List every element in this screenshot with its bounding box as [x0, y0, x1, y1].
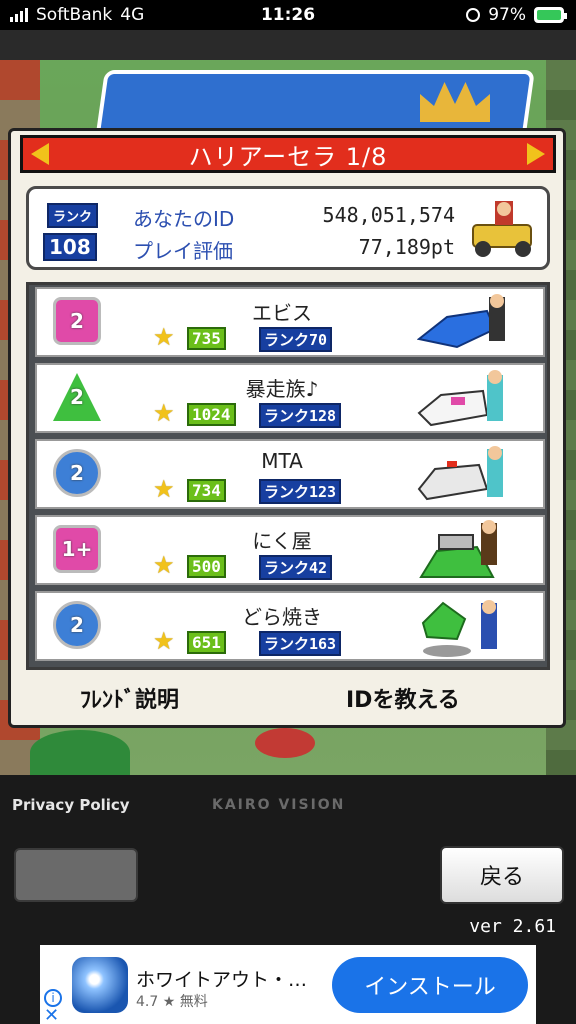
ad-margin-right [536, 945, 576, 1024]
friend-list: 2 エビス ★ 735 ランク70 2 暴走族♪ ★ 1024 ランク128 2… [26, 282, 550, 670]
friend-name: にく屋 [252, 529, 312, 553]
friend-rating: 500 [187, 555, 226, 578]
dragon-kart-sprite [419, 520, 497, 578]
friend-rank: ランク128 [259, 403, 342, 428]
prev-page-arrow-icon[interactable] [31, 143, 49, 165]
friend-name: 暴走族♪ [245, 377, 319, 401]
tell-id-button[interactable]: IDを教える [346, 682, 460, 714]
friend-level-badge: 2 [53, 601, 101, 649]
friend-level-badge: 1+ [53, 525, 101, 573]
next-page-arrow-icon[interactable] [527, 143, 545, 165]
my-id-value: 548,051,574 [322, 203, 455, 227]
friend-level-badge: 2 [53, 297, 101, 345]
race-car-sprite [417, 370, 503, 427]
ad-banner[interactable]: i ✕ ホワイトアウト・… 4.7 ★ 無料 インストール [40, 945, 536, 1024]
list-item[interactable]: 2 エビス ★ 735 ランク70 [35, 287, 545, 357]
flower-bush [255, 728, 315, 758]
rank-tag: ランク [47, 203, 99, 228]
friend-rating: 735 [187, 327, 226, 350]
list-item[interactable]: 2 どら焼き ★ 651 ランク163 [35, 591, 545, 661]
friend-explain-button[interactable]: ﾌﾚﾝﾄﾞ説明 [80, 682, 179, 714]
ad-rating: 4.7 ★ 無料 [136, 994, 208, 1010]
friend-list-title: ハリアーセラ 1/8 [188, 142, 388, 171]
list-item[interactable]: 2 暴走族♪ ★ 1024 ランク128 [35, 363, 545, 433]
palm-tree [30, 730, 130, 775]
ad-title: ホワイトアウト・… [136, 969, 308, 991]
friend-level-badge: 2 [53, 373, 101, 421]
friend-name: どら焼き [242, 605, 322, 629]
friend-list-header: ハリアーセラ 1/8 [20, 135, 556, 173]
play-score-value: 77,189pt [358, 235, 455, 259]
player-kart-sprite [472, 201, 532, 257]
battery-icon [534, 7, 567, 23]
police-car-sprite [417, 446, 503, 501]
list-item[interactable]: 2 MTA ★ 734 ランク123 [35, 439, 545, 509]
privacy-policy-link[interactable]: Privacy Policy [12, 796, 130, 814]
friend-rank: ランク163 [259, 631, 342, 656]
star-icon: ★ [153, 399, 175, 427]
play-score-label: プレイ評価 [133, 239, 233, 263]
friend-rank: ランク70 [259, 327, 333, 352]
friend-rating: 734 [187, 479, 226, 502]
star-icon: ★ [153, 323, 175, 351]
back-button[interactable]: 戻る [440, 846, 564, 904]
friend-name: エビス [252, 301, 312, 325]
friend-rank: ランク123 [259, 479, 342, 504]
brand-logo: KAIRO VISION [212, 797, 346, 813]
ad-app-icon [72, 957, 128, 1013]
my-id-label: あなたのID [133, 207, 235, 231]
my-info-card: ランク 108 あなたのID 548,051,574 プレイ評価 77,189p… [26, 186, 550, 270]
battery-percent: 97% [488, 5, 526, 25]
empty-slot [14, 848, 138, 902]
friend-rank: ランク42 [259, 555, 333, 580]
rotation-lock-icon [466, 8, 481, 22]
friend-rating: 1024 [187, 403, 236, 426]
ad-install-button[interactable]: インストール [332, 957, 528, 1013]
dragon-sprite [421, 600, 497, 657]
ad-margin-left [0, 945, 40, 1024]
background-frame [0, 30, 576, 60]
my-rank-value: 108 [43, 233, 97, 261]
star-icon: ★ [153, 551, 175, 579]
version-label: ver 2.61 [469, 916, 556, 937]
star-icon: ★ [153, 627, 175, 655]
star-icon: ★ [153, 475, 175, 503]
race-car-sprite [417, 294, 505, 349]
friend-rating: 651 [187, 631, 226, 654]
list-item[interactable]: 1+ にく屋 ★ 500 ランク42 [35, 515, 545, 585]
status-bar: SoftBank 4G 11:26 97% [0, 0, 576, 30]
friend-name: MTA [261, 449, 303, 473]
friend-level-badge: 2 [53, 449, 101, 497]
panel-actions: ﾌﾚﾝﾄﾞ説明 IDを教える [26, 678, 550, 720]
ad-close-icon[interactable]: ✕ [44, 1005, 59, 1024]
